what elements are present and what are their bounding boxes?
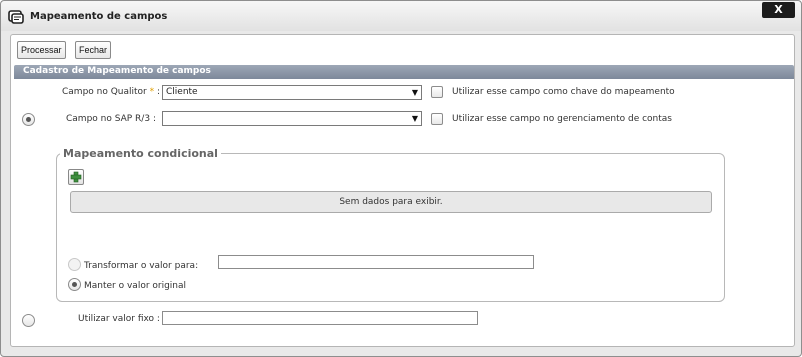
conditional-mapping-group: Mapeamento condicional Sem dados para ex…	[56, 147, 725, 302]
sap-field-label: Campo no SAP R/3 :	[66, 114, 156, 124]
conditional-mapping-legend: Mapeamento condicional	[60, 147, 221, 160]
key-mapping-label: Utilizar esse campo como chave do mapeam…	[452, 87, 675, 97]
sap-field-radio[interactable]	[22, 113, 35, 126]
fixed-value-input[interactable]	[162, 311, 478, 325]
qualitor-field-select[interactable]: Cliente ▼	[162, 85, 422, 100]
dialog-title: Mapeamento de campos	[30, 11, 168, 22]
close-window-button[interactable]: X	[762, 2, 795, 18]
required-mark: *	[149, 87, 155, 97]
title-bar: Mapeamento de campos X	[1, 1, 801, 31]
dialog-window: Mapeamento de campos X Processar Fechar …	[0, 0, 802, 357]
key-mapping-checkbox[interactable]	[431, 86, 443, 98]
sap-field-select[interactable]: ▼	[162, 111, 422, 126]
account-management-checkbox[interactable]	[431, 113, 443, 125]
qualitor-field-label: Campo no Qualitor * :	[62, 87, 161, 97]
keep-original-label: Manter o valor original	[84, 281, 187, 291]
transform-value-radio[interactable]	[68, 258, 81, 271]
empty-grid: Sem dados para exibir.	[70, 191, 712, 213]
dropdown-arrow-icon: ▼	[411, 88, 418, 97]
fixed-value-radio[interactable]	[22, 314, 35, 327]
transform-value-label: Transformar o valor para:	[84, 261, 199, 271]
section-header: Cadastro de Mapeamento de campos	[14, 65, 794, 79]
account-management-label: Utilizar esse campo no gerenciamento de …	[452, 114, 672, 124]
chat-window-icon	[8, 10, 24, 24]
add-row-button[interactable]	[68, 169, 84, 185]
close-button[interactable]: Fechar	[75, 41, 112, 59]
keep-original-radio[interactable]	[68, 278, 81, 291]
process-button[interactable]: Processar	[17, 41, 66, 59]
dropdown-arrow-icon: ▼	[411, 114, 418, 123]
transform-value-input[interactable]	[218, 255, 534, 269]
fixed-value-label: Utilizar valor fixo :	[78, 314, 160, 324]
dialog-body: Processar Fechar Cadastro de Mapeamento …	[10, 34, 795, 347]
plus-icon	[70, 171, 82, 183]
